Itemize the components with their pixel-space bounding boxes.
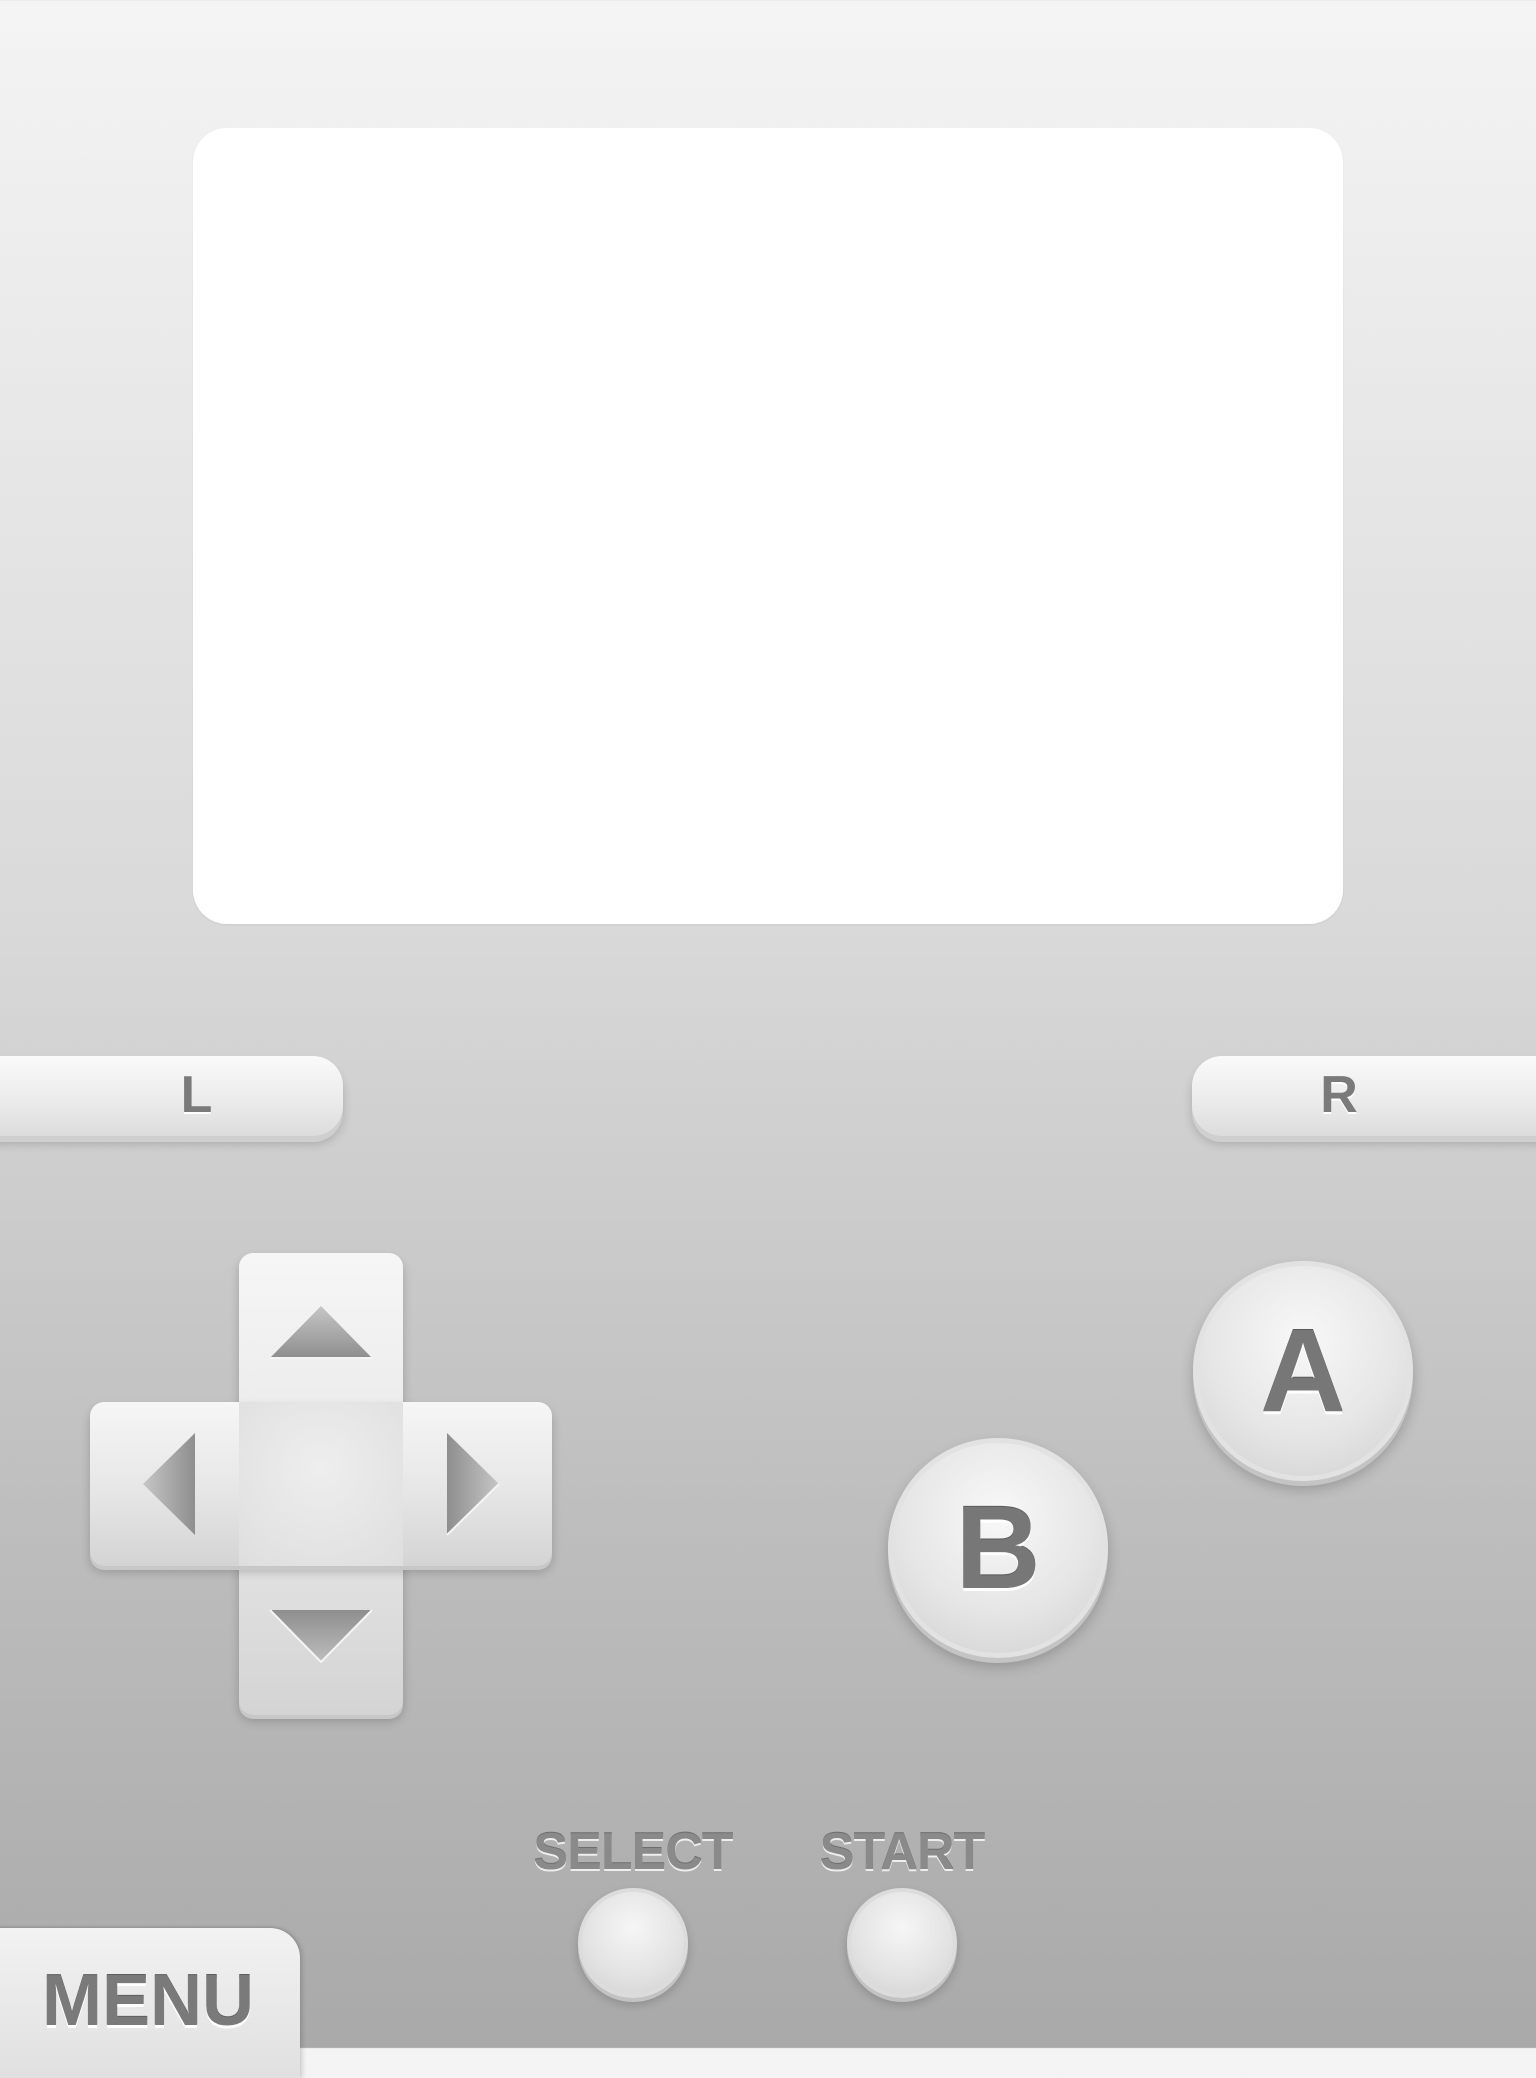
l-shoulder-button[interactable]: L — [0, 1056, 343, 1136]
arrow-up-icon — [270, 1306, 372, 1359]
arrow-left-icon — [143, 1433, 195, 1535]
start-label: START — [819, 1823, 985, 1881]
r-shoulder-button[interactable]: R — [1192, 1056, 1536, 1136]
arrow-right-icon — [446, 1433, 500, 1536]
select-button[interactable] — [578, 1888, 688, 1998]
a-button-label: A — [1260, 1305, 1346, 1437]
r-button-label: R — [1320, 1066, 1358, 1124]
b-button[interactable]: B — [888, 1438, 1108, 1658]
game-screen — [193, 128, 1343, 924]
menu-button-label: MENU — [42, 1961, 254, 2041]
dpad-down-button[interactable] — [246, 1561, 396, 1711]
start-button[interactable] — [847, 1888, 957, 1998]
dpad — [90, 1253, 552, 1715]
dpad-left-button[interactable] — [94, 1409, 244, 1559]
dpad-up-button[interactable] — [246, 1257, 396, 1407]
dpad-center — [239, 1402, 403, 1566]
a-button[interactable]: A — [1193, 1261, 1413, 1481]
select-label: SELECT — [533, 1823, 733, 1881]
arrow-down-icon — [269, 1609, 373, 1664]
menu-button[interactable]: MENU — [0, 1928, 300, 2078]
l-button-label: L — [180, 1066, 213, 1124]
dpad-right-button[interactable] — [398, 1409, 548, 1559]
b-button-label: B — [955, 1482, 1041, 1614]
